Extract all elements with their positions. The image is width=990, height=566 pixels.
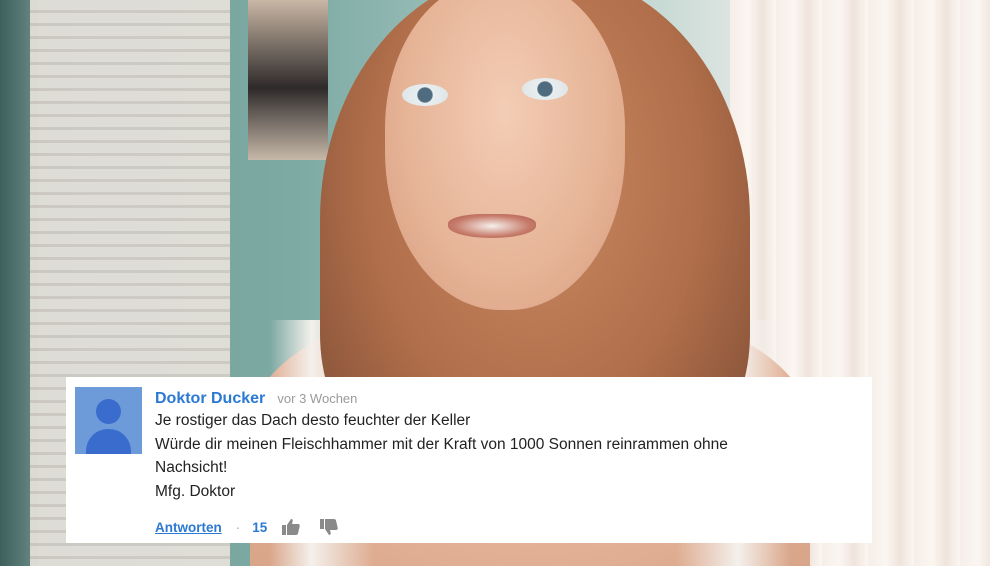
person-right-eye — [522, 78, 568, 100]
comment-author[interactable]: Doktor Ducker — [155, 390, 265, 407]
comment-text-line: Nachsicht! — [155, 459, 228, 476]
comment-text-line: Würde dir meinen Fleischhammer mit der K… — [155, 435, 728, 453]
person-left-eye — [402, 84, 448, 106]
comment-timestamp[interactable]: vor 3 Wochen — [277, 391, 357, 406]
comment-text-line: Je rostiger das Dach desto feuchter der … — [155, 412, 471, 429]
comment-body: Doktor Ducker vor 3 Wochen Je rostiger d… — [155, 389, 855, 503]
default-user-avatar-icon[interactable] — [75, 387, 142, 454]
comment-actions: Antworten · 15 — [155, 517, 339, 537]
video-frame: Doktor Ducker vor 3 Wochen Je rostiger d… — [0, 0, 990, 566]
comment-meta: Doktor Ducker vor 3 Wochen — [155, 389, 855, 409]
person-mouth — [448, 214, 536, 238]
comment-card: Doktor Ducker vor 3 Wochen Je rostiger d… — [66, 377, 872, 543]
person-face — [385, 0, 625, 310]
avatar-head-shape — [96, 399, 121, 424]
reply-button[interactable]: Antworten — [155, 520, 222, 535]
avatar-body-shape — [86, 429, 131, 454]
thumbs-up-icon[interactable] — [281, 518, 301, 536]
background-poster — [248, 0, 328, 160]
separator-dot: · — [235, 519, 241, 535]
thumbs-down-icon[interactable] — [319, 518, 339, 536]
like-count: 15 — [252, 519, 268, 535]
comment-text-line: Mfg. Doktor — [155, 482, 236, 500]
